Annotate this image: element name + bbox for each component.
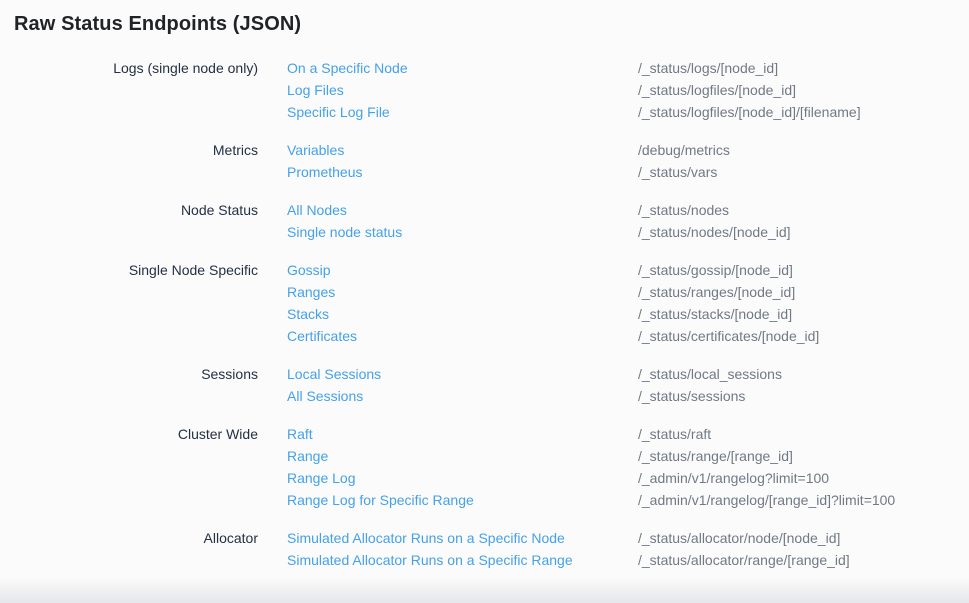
endpoint-path: /_status/stacks/[node_id] (638, 303, 955, 325)
endpoint-row: Prometheus /_status/vars (287, 161, 955, 183)
endpoint-link[interactable]: Log Files (287, 79, 638, 101)
endpoint-path: /_status/raft (638, 423, 955, 445)
endpoint-section: Logs (single node only) On a Specific No… (14, 57, 955, 123)
endpoint-section: Allocator Simulated Allocator Runs on a … (14, 527, 955, 571)
endpoint-path: /debug/metrics (638, 139, 955, 161)
endpoint-row: Local Sessions /_status/local_sessions (287, 363, 955, 385)
endpoint-row: Range /_status/range/[range_id] (287, 445, 955, 467)
endpoint-link[interactable]: Simulated Allocator Runs on a Specific R… (287, 549, 638, 571)
endpoint-rows: On a Specific Node /_status/logs/[node_i… (287, 57, 955, 123)
endpoint-link[interactable]: Range Log for Specific Range (287, 489, 638, 511)
endpoint-row: On a Specific Node /_status/logs/[node_i… (287, 57, 955, 79)
endpoint-link[interactable]: Prometheus (287, 161, 638, 183)
endpoint-path: /_admin/v1/rangelog/[range_id]?limit=100 (638, 489, 955, 511)
endpoint-row: Gossip /_status/gossip/[node_id] (287, 259, 955, 281)
category-label: Single Node Specific (14, 259, 258, 347)
category-label: Metrics (14, 139, 258, 183)
bottom-fade-gradient (0, 577, 969, 603)
endpoint-rows: Gossip /_status/gossip/[node_id] Ranges … (287, 259, 955, 347)
endpoint-row: Range Log for Specific Range /_admin/v1/… (287, 489, 955, 511)
raw-status-endpoints-page: Raw Status Endpoints (JSON) Logs (single… (0, 0, 969, 571)
endpoint-row: Ranges /_status/ranges/[node_id] (287, 281, 955, 303)
endpoint-link[interactable]: Specific Log File (287, 101, 638, 123)
page-title: Raw Status Endpoints (JSON) (14, 12, 955, 36)
endpoint-row: Single node status /_status/nodes/[node_… (287, 221, 955, 243)
endpoint-row: Raft /_status/raft (287, 423, 955, 445)
endpoint-path: /_status/range/[range_id] (638, 445, 955, 467)
category-label: Cluster Wide (14, 423, 258, 511)
endpoint-section: Sessions Local Sessions /_status/local_s… (14, 363, 955, 407)
endpoint-link[interactable]: Certificates (287, 325, 638, 347)
endpoint-row: Stacks /_status/stacks/[node_id] (287, 303, 955, 325)
category-label: Allocator (14, 527, 258, 571)
endpoint-rows: Simulated Allocator Runs on a Specific N… (287, 527, 955, 571)
endpoint-path: /_status/vars (638, 161, 955, 183)
endpoint-row: Log Files /_status/logfiles/[node_id] (287, 79, 955, 101)
endpoint-rows: All Nodes /_status/nodes Single node sta… (287, 199, 955, 243)
endpoint-path: /_status/sessions (638, 385, 955, 407)
endpoint-path: /_status/logfiles/[node_id]/[filename] (638, 101, 955, 123)
endpoint-sections: Logs (single node only) On a Specific No… (14, 57, 955, 571)
endpoint-row: Simulated Allocator Runs on a Specific R… (287, 549, 955, 571)
endpoint-link[interactable]: Ranges (287, 281, 638, 303)
endpoint-path: /_admin/v1/rangelog?limit=100 (638, 467, 955, 489)
category-label: Logs (single node only) (14, 57, 258, 123)
endpoint-rows: Local Sessions /_status/local_sessions A… (287, 363, 955, 407)
endpoint-path: /_status/allocator/range/[range_id] (638, 549, 955, 571)
endpoint-link[interactable]: Local Sessions (287, 363, 638, 385)
endpoint-section: Metrics Variables /debug/metrics Prometh… (14, 139, 955, 183)
endpoint-link[interactable]: All Sessions (287, 385, 638, 407)
endpoint-row: Variables /debug/metrics (287, 139, 955, 161)
endpoint-path: /_status/nodes/[node_id] (638, 221, 955, 243)
endpoint-link[interactable]: Range Log (287, 467, 638, 489)
endpoint-row: Range Log /_admin/v1/rangelog?limit=100 (287, 467, 955, 489)
endpoint-rows: Raft /_status/raft Range /_status/range/… (287, 423, 955, 511)
endpoint-path: /_status/logs/[node_id] (638, 57, 955, 79)
endpoint-path: /_status/ranges/[node_id] (638, 281, 955, 303)
endpoint-rows: Variables /debug/metrics Prometheus /_st… (287, 139, 955, 183)
category-label: Sessions (14, 363, 258, 407)
endpoint-path: /_status/logfiles/[node_id] (638, 79, 955, 101)
endpoint-path: /_status/nodes (638, 199, 955, 221)
endpoint-section: Node Status All Nodes /_status/nodes Sin… (14, 199, 955, 243)
endpoint-path: /_status/gossip/[node_id] (638, 259, 955, 281)
endpoint-row: All Nodes /_status/nodes (287, 199, 955, 221)
endpoint-row: Certificates /_status/certificates/[node… (287, 325, 955, 347)
endpoint-link[interactable]: Single node status (287, 221, 638, 243)
endpoint-link[interactable]: On a Specific Node (287, 57, 638, 79)
endpoint-link[interactable]: Gossip (287, 259, 638, 281)
endpoint-section: Cluster Wide Raft /_status/raft Range /_… (14, 423, 955, 511)
endpoint-path: /_status/allocator/node/[node_id] (638, 527, 955, 549)
endpoint-row: Simulated Allocator Runs on a Specific N… (287, 527, 955, 549)
endpoint-row: All Sessions /_status/sessions (287, 385, 955, 407)
category-label: Node Status (14, 199, 258, 243)
endpoint-link[interactable]: Raft (287, 423, 638, 445)
endpoint-link[interactable]: All Nodes (287, 199, 638, 221)
endpoint-row: Specific Log File /_status/logfiles/[nod… (287, 101, 955, 123)
endpoint-link[interactable]: Simulated Allocator Runs on a Specific N… (287, 527, 638, 549)
endpoint-link[interactable]: Stacks (287, 303, 638, 325)
endpoint-section: Single Node Specific Gossip /_status/gos… (14, 259, 955, 347)
endpoint-link[interactable]: Range (287, 445, 638, 467)
endpoint-link[interactable]: Variables (287, 139, 638, 161)
endpoint-path: /_status/local_sessions (638, 363, 955, 385)
endpoint-path: /_status/certificates/[node_id] (638, 325, 955, 347)
